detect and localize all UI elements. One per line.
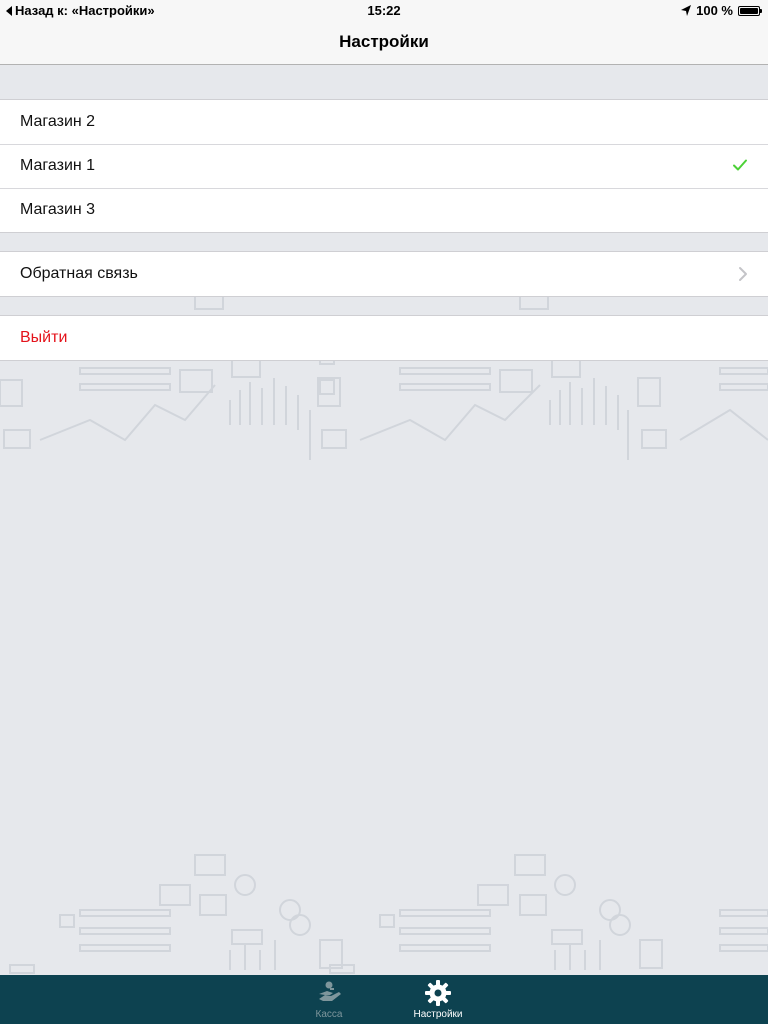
- navigation-bar: Настройки: [0, 20, 768, 65]
- status-time: 15:22: [367, 3, 401, 18]
- store-item[interactable]: Магазин 1: [0, 144, 768, 188]
- tab-label: Касса: [315, 1009, 343, 1020]
- store-label: Магазин 2: [20, 113, 96, 130]
- tab-label: Настройки: [413, 1009, 463, 1020]
- tab-cash-register[interactable]: Касса: [284, 975, 374, 1024]
- gear-icon: [425, 980, 451, 1006]
- battery-percentage: 100 %: [696, 3, 733, 18]
- location-arrow-icon: [681, 5, 692, 16]
- chevron-right-icon: [739, 267, 747, 281]
- feedback-row[interactable]: Обратная связь: [0, 252, 768, 296]
- checkmark-icon: [733, 159, 747, 171]
- store-item[interactable]: Магазин 3: [0, 188, 768, 232]
- logout-button[interactable]: Выйти: [0, 316, 768, 360]
- logout-label: Выйти: [20, 329, 68, 346]
- feedback-group: Обратная связь: [0, 251, 768, 297]
- page-title: Настройки: [339, 32, 429, 51]
- tab-bar: Касса Настройки: [0, 975, 768, 1024]
- store-item[interactable]: Магазин 2: [0, 100, 768, 144]
- store-label: Магазин 3: [20, 201, 96, 218]
- store-list: Магазин 2 Магазин 1 Магазин 3: [0, 99, 768, 233]
- logout-group: Выйти: [0, 315, 768, 361]
- feedback-label: Обратная связь: [20, 265, 138, 282]
- status-bar: Назад к: «Настройки» 15:22 100 %: [0, 0, 768, 20]
- background-pattern: [0, 290, 768, 980]
- cash-register-icon: [319, 981, 341, 1001]
- status-indicators: 100 %: [681, 3, 762, 18]
- tab-settings[interactable]: Настройки: [393, 975, 483, 1024]
- battery-icon: [738, 5, 762, 16]
- store-label: Магазин 1: [20, 157, 96, 174]
